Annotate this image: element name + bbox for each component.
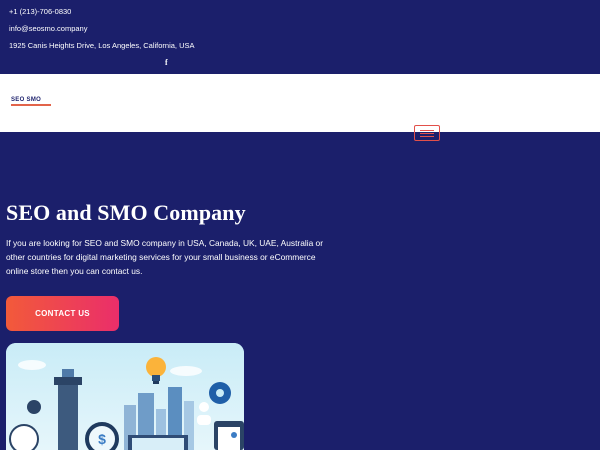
contact-us-button[interactable]: CONTACT US bbox=[6, 296, 119, 331]
hamburger-menu-icon[interactable] bbox=[414, 125, 440, 141]
logo-underline bbox=[11, 104, 51, 106]
menu-bar-line bbox=[420, 132, 434, 134]
logo-text: SEO SMO bbox=[11, 97, 42, 103]
top-contact-bar: +1 (213)-706-0830 info@seosmo.company 19… bbox=[0, 0, 600, 74]
site-logo[interactable]: SEO SMO bbox=[11, 97, 53, 111]
menu-bar-line bbox=[420, 129, 434, 131]
address-text: 1925 Canis Heights Drive, Los Angeles, C… bbox=[9, 41, 195, 50]
menu-bar-line bbox=[420, 135, 434, 137]
hero-description: If you are looking for SEO and SMO compa… bbox=[6, 238, 324, 276]
digital-marketing-illustration: $ bbox=[6, 343, 244, 450]
hero-illustration: $ bbox=[6, 343, 244, 450]
hero-title: SEO and SMO Company bbox=[6, 200, 246, 225]
facebook-icon[interactable]: f bbox=[165, 59, 168, 67]
email-address[interactable]: info@seosmo.company bbox=[9, 25, 87, 33]
navbar bbox=[0, 74, 600, 132]
svg-text:$: $ bbox=[98, 431, 106, 447]
phone-number[interactable]: +1 (213)-706-0830 bbox=[9, 8, 71, 16]
